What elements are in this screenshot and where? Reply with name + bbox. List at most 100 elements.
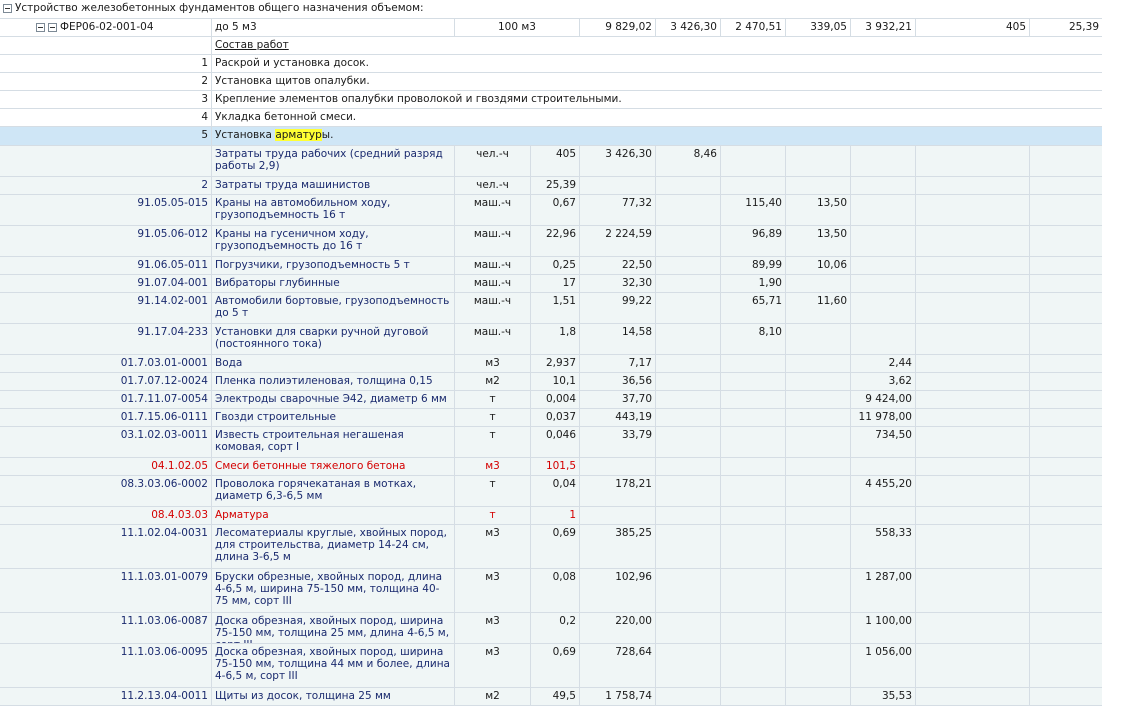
step-text: Крепление элементов опалубки проволокой …	[215, 93, 622, 105]
item-row[interactable]: ФЕР06-02-001-04 до 5 м3 100 м3 9 829,02 …	[0, 19, 1102, 37]
resource-price-machinist	[786, 177, 851, 194]
resource-row[interactable]: 91.05.05-015 Краны на автомобильном ходу,…	[0, 195, 1102, 226]
composition-title[interactable]: Состав работ	[212, 37, 1102, 54]
resource-row[interactable]: 01.7.15.06-0111 Гвозди строительные т 0,037…	[0, 409, 1102, 427]
item-unit: 100 м3	[455, 19, 580, 36]
item-labor-workers: 405	[916, 19, 1030, 36]
resource-name: Затраты труда рабочих (средний разряд ра…	[212, 146, 455, 176]
step-row[interactable]: 1 Раскрой и установка досок.	[0, 55, 1102, 73]
resource-row[interactable]: 08.4.03.03 Арматура т 1	[0, 507, 1102, 525]
resource-row[interactable]: 08.3.03.06-0002 Проволока горячекатаная в…	[0, 476, 1102, 507]
resource-row[interactable]: 91.06.05-011 Погрузчики, грузоподъемность…	[0, 257, 1102, 275]
resource-code: 2	[0, 177, 212, 194]
resource-price-machine	[721, 507, 786, 524]
collapse-icon[interactable]	[3, 3, 12, 13]
resource-price-material	[851, 195, 916, 225]
resource-empty	[916, 373, 1030, 390]
resource-row[interactable]: 11.1.03.01-0079 Бруски обрезные, хвойных …	[0, 569, 1102, 613]
step-row[interactable]: 3 Крепление элементов опалубки проволоко…	[0, 91, 1102, 109]
resource-row[interactable]: 11.2.13.04-0011 Щиты из досок, толщина 25…	[0, 688, 1102, 706]
resource-name: Доска обрезная, хвойных пород, ширина 75…	[212, 613, 455, 643]
collapse-icon[interactable]	[36, 22, 45, 32]
resource-code: 08.3.03.06-0002	[0, 476, 212, 506]
resource-price-machinist: 13,50	[786, 226, 851, 256]
group-row[interactable]: Устройство железобетонных фундаментов об…	[0, 0, 1102, 19]
resource-cost: 178,21	[580, 476, 656, 506]
resource-row[interactable]: 91.17.04-233 Установки для сварки ручной …	[0, 324, 1102, 355]
resource-price-material	[851, 146, 916, 176]
resource-price-wages	[656, 507, 721, 524]
resource-code: 01.7.07.12-0024	[0, 373, 212, 390]
resource-price-machinist	[786, 476, 851, 506]
resource-row[interactable]: 11.1.03.06-0095 Доска обрезная, хвойных п…	[0, 644, 1102, 688]
resource-empty	[916, 644, 1030, 687]
resource-price-material: 35,53	[851, 688, 916, 705]
step-text: Укладка бетонной смеси.	[215, 111, 357, 123]
resource-cost: 7,17	[580, 355, 656, 372]
resource-empty	[916, 257, 1030, 274]
resource-price-material: 1 287,00	[851, 569, 916, 612]
resource-row[interactable]: 04.1.02.05 Смеси бетонные тяжелого бетона…	[0, 458, 1102, 476]
resource-price-machine	[721, 409, 786, 426]
resource-cost	[580, 458, 656, 475]
resource-qty: 405	[531, 146, 580, 176]
resource-code: 11.1.02.04-0031	[0, 525, 212, 568]
item-code: ФЕР06-02-001-04	[60, 21, 154, 33]
resource-empty	[1030, 275, 1102, 292]
resource-row[interactable]: 01.7.07.12-0024 Пленка полиэтиленовая, то…	[0, 373, 1102, 391]
resource-name: Бруски обрезные, хвойных пород, длина 4-…	[212, 569, 455, 612]
resource-empty	[1030, 146, 1102, 176]
resource-row[interactable]: 01.7.03.01-0001 Вода м3 2,937 7,17 2,44	[0, 355, 1102, 373]
resource-qty: 0,69	[531, 644, 580, 687]
resource-unit: маш.-ч	[455, 324, 531, 354]
resource-cost: 3 426,30	[580, 146, 656, 176]
resource-unit: маш.-ч	[455, 293, 531, 323]
resource-empty	[1030, 373, 1102, 390]
resource-row[interactable]: 03.1.02.03-0011 Известь строительная нега…	[0, 427, 1102, 458]
resource-price-machinist	[786, 373, 851, 390]
resource-row[interactable]: 91.14.02-001 Автомобили бортовые, грузопо…	[0, 293, 1102, 324]
resource-unit: чел.-ч	[455, 177, 531, 194]
resource-empty	[1030, 257, 1102, 274]
resource-price-machine: 65,71	[721, 293, 786, 323]
resource-unit: т	[455, 476, 531, 506]
resource-qty: 22,96	[531, 226, 580, 256]
resource-price-wages	[656, 293, 721, 323]
resource-price-material: 3,62	[851, 373, 916, 390]
step-row[interactable]: 2 Установка щитов опалубки.	[0, 73, 1102, 91]
resource-name: Затраты труда машинистов	[212, 177, 455, 194]
resource-row[interactable]: 2 Затраты труда машинистов чел.-ч 25,39	[0, 177, 1102, 195]
collapse-icon[interactable]	[48, 22, 57, 32]
resource-price-machine	[721, 569, 786, 612]
resource-name: Лесоматериалы круглые, хвойных пород, дл…	[212, 525, 455, 568]
step-number: 3	[0, 91, 212, 108]
resource-price-wages	[656, 525, 721, 568]
resource-cost	[580, 507, 656, 524]
resource-row[interactable]: 91.05.06-012 Краны на гусеничном ходу, гр…	[0, 226, 1102, 257]
resource-row[interactable]: 11.1.02.04-0031 Лесоматериалы круглые, хв…	[0, 525, 1102, 569]
resource-name: Известь строительная негашеная комовая, …	[212, 427, 455, 457]
resource-code: 11.1.03.06-0095	[0, 644, 212, 687]
step-row[interactable]: 4 Укладка бетонной смеси.	[0, 109, 1102, 127]
resource-empty	[916, 226, 1030, 256]
resource-row[interactable]: Затраты труда рабочих (средний разряд ра…	[0, 146, 1102, 177]
resource-row[interactable]: 01.7.11.07-0054 Электроды сварочные Э42, …	[0, 391, 1102, 409]
resource-name: Вода	[212, 355, 455, 372]
resource-price-material	[851, 257, 916, 274]
resource-price-wages	[656, 373, 721, 390]
item-name: до 5 м3	[212, 19, 455, 36]
resource-price-wages	[656, 644, 721, 687]
resource-code: 08.4.03.03	[0, 507, 212, 524]
vertical-scroll-area[interactable]	[1102, 0, 1123, 709]
resource-price-machine	[721, 476, 786, 506]
resource-qty: 1	[531, 507, 580, 524]
resource-row[interactable]: 11.1.03.06-0087 Доска обрезная, хвойных п…	[0, 613, 1102, 644]
resource-cost	[580, 177, 656, 194]
resource-name: Гвозди строительные	[212, 409, 455, 426]
resource-row[interactable]: 91.07.04-001 Вибраторы глубинные маш.-ч 17 3…	[0, 275, 1102, 293]
resource-unit: маш.-ч	[455, 275, 531, 292]
step-row-selected[interactable]: 5 Установка арматуры.	[0, 127, 1102, 146]
resource-empty	[916, 293, 1030, 323]
resource-qty: 2,937	[531, 355, 580, 372]
resource-empty	[1030, 293, 1102, 323]
